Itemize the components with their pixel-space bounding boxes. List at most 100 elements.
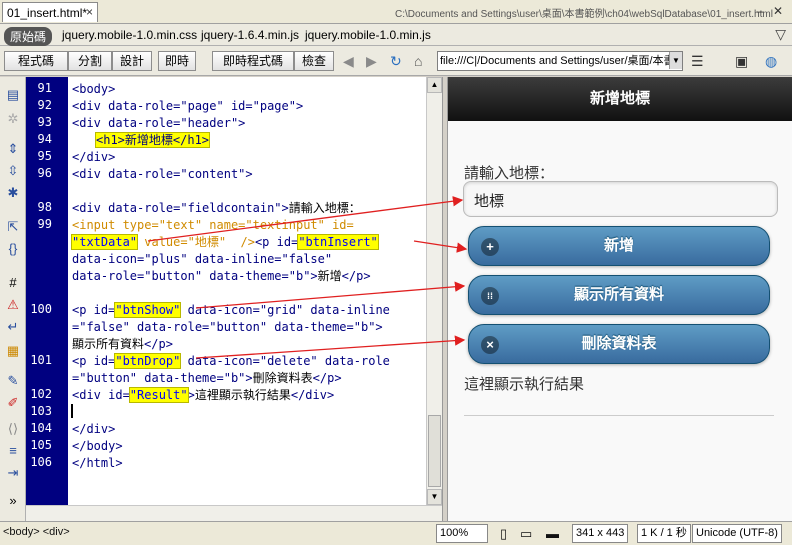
design-view-label: 設計 <box>119 54 144 68</box>
code-token: data-icon="delete" data-role <box>180 354 390 368</box>
drop-table-button[interactable]: × 刪除資料表 <box>468 324 770 364</box>
desktop-size-icon[interactable]: ▬ <box>546 526 559 541</box>
coding-toolbar: ▤ ✲ ⇕ ⇳ ✱ ⇱ {} # ⚠ ↵ ▦ ✎ ✐ ⟨⟩ ≡ ⇥ » <box>0 77 26 521</box>
live-code-button[interactable]: 即時程式碼 <box>212 51 294 71</box>
address-field[interactable]: file:///C|/Documents and Settings/user/桌… <box>437 51 683 71</box>
source-code-button[interactable]: 原始碼 <box>4 27 53 46</box>
apply-comment-icon[interactable]: ✎ <box>5 373 21 389</box>
delete-icon: × <box>481 336 499 354</box>
word-wrap-icon[interactable]: ↵ <box>5 319 21 335</box>
close-tab-icon[interactable]: × <box>86 5 93 19</box>
zoom-select[interactable]: 100% <box>436 524 488 543</box>
line-number: 100 <box>30 302 52 316</box>
line-numbers-icon[interactable]: # <box>5 275 21 291</box>
highlight-invalid-code-icon[interactable]: ⚠ <box>5 297 21 313</box>
tablet-size-icon[interactable]: ▭ <box>520 526 532 542</box>
line-number: 96 <box>37 166 52 180</box>
document-toolbar: 程式碼 分割 設計 即時 即時程式碼 檢查 ◀ ▶ ↻ ⌂ file:///C|… <box>0 46 792 76</box>
code-text: 新增 <box>317 269 342 283</box>
live-view-button[interactable]: 即時 <box>158 51 196 71</box>
address-dropdown-icon[interactable]: ▼ <box>669 52 682 69</box>
related-file-css[interactable]: jquery.mobile-1.0.min.css <box>62 28 197 42</box>
code-token: </p> <box>312 371 342 385</box>
document-tab-label: 01_insert.html* <box>7 6 88 20</box>
show-code-navigator-icon[interactable]: ✲ <box>5 111 21 127</box>
scroll-up-icon[interactable]: ▲ <box>427 77 442 93</box>
grid-icon: ⁞⁞ <box>481 287 499 305</box>
result-divider <box>464 415 774 416</box>
scroll-down-icon[interactable]: ▼ <box>427 489 442 505</box>
line-number: 105 <box>30 438 52 452</box>
back-icon[interactable]: ◀ <box>343 53 354 70</box>
more-tools-icon[interactable]: » <box>5 493 21 509</box>
wrap-tag-icon[interactable]: ⟨⟩ <box>5 421 21 437</box>
code-token: <p id= <box>72 303 116 317</box>
related-file-jquery[interactable]: jquery-1.6.4.min.js <box>201 28 299 42</box>
code-line: <div data-role="content"> <box>72 167 253 181</box>
code-line: <div data-role="header"> <box>72 116 246 130</box>
code-token: <div data-role="fieldcontain"> <box>72 201 289 215</box>
expand-all-icon[interactable]: ✱ <box>5 185 21 201</box>
minimize-icon[interactable]: – <box>752 3 768 19</box>
indent-code-icon[interactable]: ⇥ <box>5 465 21 481</box>
multiscreen-icon[interactable]: ▣ <box>735 53 748 70</box>
show-all-button[interactable]: ⁞⁞ 顯示所有資料 <box>468 275 770 315</box>
code-view-button[interactable]: 程式碼 <box>4 51 68 71</box>
highlight-Result: "Result" <box>128 387 189 403</box>
filter-icon[interactable]: ▽ <box>775 26 786 43</box>
line-number: 91 <box>37 81 52 95</box>
design-view-button[interactable]: 設計 <box>112 51 152 71</box>
split-view-button[interactable]: 分割 <box>68 51 112 71</box>
window-size[interactable]: 341 x 443 <box>572 524 629 543</box>
code-horizontal-scrollbar[interactable] <box>26 505 442 521</box>
result-text: 這裡顯示執行結果 <box>464 376 585 393</box>
code-text: 刪除資料表 <box>252 371 313 385</box>
related-file-jqm[interactable]: jquery.mobile-1.0.min.js <box>305 28 431 42</box>
code-token: ="button" data-theme="b"> <box>72 371 253 385</box>
syntax-coloring-icon[interactable]: ▦ <box>5 343 21 359</box>
landmark-label: 請輸入地標： <box>464 165 555 182</box>
code-editor[interactable]: <body> <div data-role="page" id="page"> … <box>68 77 426 505</box>
close-window-icon[interactable]: ✕ <box>770 3 786 19</box>
line-number: 102 <box>30 387 52 401</box>
tag-selector[interactable]: <body> <div> <box>3 526 70 538</box>
collapse-full-tag-icon[interactable]: ⇕ <box>5 141 21 157</box>
code-token: </div> <box>290 388 335 402</box>
remove-comment-icon[interactable]: ✐ <box>5 395 21 411</box>
code-line: <div data-role="page" id="page"> <box>72 98 303 114</box>
preview-browser-icon[interactable]: ◍ <box>765 53 777 70</box>
code-line: <body> <box>72 82 116 96</box>
inspect-label: 檢查 <box>301 54 326 68</box>
browser-options-icon[interactable]: ☰ <box>691 53 704 70</box>
line-number: 93 <box>37 115 52 129</box>
landmark-input[interactable]: 地標 <box>463 181 778 217</box>
line-number-gutter: 91 92 93 94 95 96 98 99 100 101 102 103 … <box>26 77 68 505</box>
forward-icon[interactable]: ▶ <box>366 53 377 70</box>
collapse-selection-icon[interactable]: ⇳ <box>5 163 21 179</box>
drop-table-button-label: 刪除資料表 <box>581 335 657 352</box>
inspect-button[interactable]: 檢查 <box>294 51 334 71</box>
recent-snippets-icon[interactable]: ≡ <box>5 443 21 459</box>
code-line: <p id="btnShow" data-icon="grid" data-in… <box>72 302 390 318</box>
document-title-bar: 01_insert.html* × C:\Documents and Setti… <box>0 0 792 24</box>
home-icon[interactable]: ⌂ <box>414 53 422 69</box>
balance-braces-icon[interactable]: {} <box>5 241 21 257</box>
status-bar: <body> <div> 100% ▯ ▭ ▬ 341 x 443 1 K / … <box>0 521 792 545</box>
related-files-bar: 原始碼 jquery.mobile-1.0.min.css jquery-1.6… <box>0 24 792 46</box>
line-number: 103 <box>30 404 52 418</box>
code-text: 這裡顯示執行結果 <box>194 388 291 402</box>
code-line: <input type="text" name="textinput" id= <box>72 218 354 232</box>
code-line: ="button" data-theme="b">刪除資料表</p> <box>72 370 342 386</box>
refresh-icon[interactable]: ↻ <box>390 53 402 70</box>
scroll-thumb[interactable] <box>428 415 441 487</box>
code-line: <div data-role="fieldcontain">請輸入地標： <box>72 200 361 216</box>
open-documents-icon[interactable]: ▤ <box>5 87 21 103</box>
select-parent-tag-icon[interactable]: ⇱ <box>5 219 21 235</box>
plus-icon: + <box>481 238 499 256</box>
insert-button[interactable]: + 新增 <box>468 226 770 266</box>
code-vertical-scrollbar[interactable]: ▲ ▼ <box>426 77 442 505</box>
document-tab[interactable]: 01_insert.html* × <box>2 2 98 22</box>
code-line: </body> <box>72 439 123 453</box>
code-token: > <box>187 388 195 402</box>
mobile-size-icon[interactable]: ▯ <box>500 526 507 542</box>
